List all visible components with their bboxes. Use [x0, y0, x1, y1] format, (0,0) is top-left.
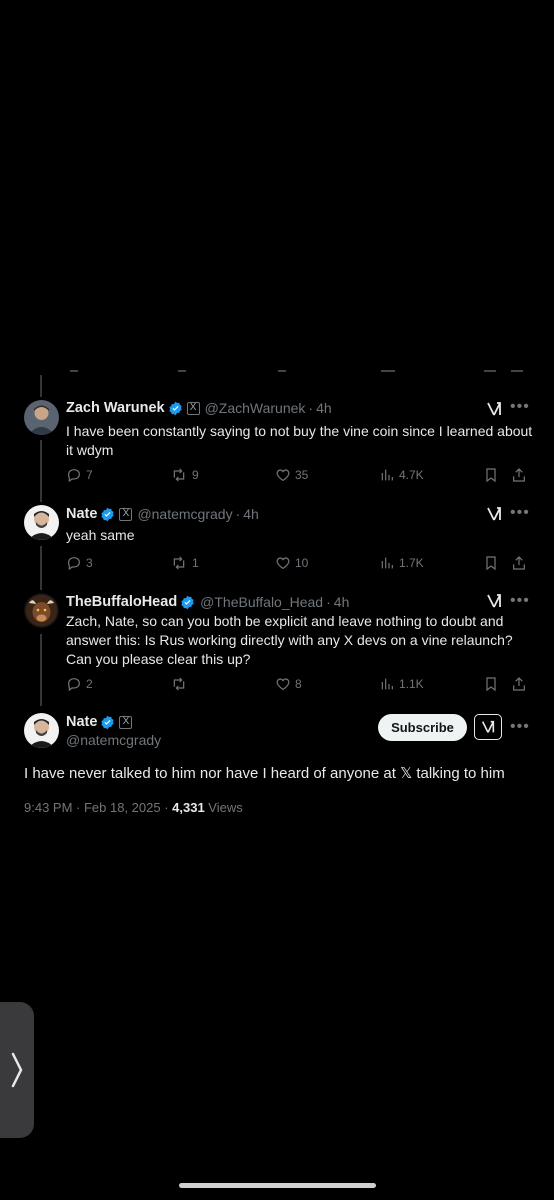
- heart-icon: [276, 678, 290, 691]
- separator-dot: ·: [308, 400, 314, 416]
- verified-badge-icon: [168, 401, 183, 416]
- more-options-icon[interactable]: •••: [510, 505, 530, 521]
- repost-count: 1: [192, 556, 199, 570]
- share-icon[interactable]: [511, 467, 531, 483]
- views-button[interactable]: 1.7K: [379, 555, 424, 571]
- avatar[interactable]: [24, 593, 59, 628]
- views-label: Views: [204, 800, 243, 815]
- verified-badge-icon: [100, 507, 115, 522]
- tweet-header: TheBuffaloHead @TheBuffalo_Head · 4h: [66, 592, 349, 612]
- more-options-icon[interactable]: •••: [510, 719, 530, 735]
- views-icon: [381, 678, 393, 690]
- reply-count: 7: [86, 468, 93, 482]
- reply-count: 2: [86, 677, 93, 691]
- grok-icon[interactable]: [485, 592, 503, 610]
- repost-button[interactable]: 1: [170, 555, 199, 571]
- author-name[interactable]: TheBuffaloHead: [66, 594, 177, 610]
- like-button[interactable]: 35: [275, 467, 308, 483]
- avatar[interactable]: [24, 713, 59, 748]
- reply-count: 3: [86, 556, 93, 570]
- reply-button[interactable]: 7: [66, 467, 93, 483]
- tweet-text: I have been constantly saying to not buy…: [66, 423, 533, 458]
- subscribe-button[interactable]: Subscribe: [378, 714, 467, 741]
- grok-icon[interactable]: [474, 714, 502, 740]
- reply-button[interactable]: 3: [66, 555, 93, 571]
- tweet-text: Zach, Nate, so can you both be explicit …: [66, 613, 513, 667]
- like-count: 8: [295, 677, 302, 691]
- home-indicator[interactable]: [179, 1183, 376, 1188]
- views-count: 1.1K: [399, 677, 424, 691]
- reply-icon: [68, 557, 80, 571]
- thread-line: [40, 440, 42, 502]
- bookmark-icon[interactable]: [483, 676, 503, 692]
- views-button[interactable]: 4.7K: [379, 467, 424, 483]
- tweet-header: Nate X @natemcgrady · 4h: [66, 504, 259, 524]
- avatar[interactable]: [24, 400, 59, 435]
- x-affiliate-badge-icon: X: [186, 401, 200, 415]
- author-name[interactable]: Nate: [66, 506, 97, 522]
- repost-icon: [173, 556, 185, 570]
- cut-off-action-row: [0, 370, 554, 378]
- main-tweet-header: Nate X: [66, 712, 133, 732]
- views-count: 4.7K: [399, 468, 424, 482]
- x-affiliate-badge-icon: X: [119, 715, 133, 729]
- more-options-icon[interactable]: •••: [510, 399, 530, 415]
- heart-icon: [276, 557, 290, 570]
- grok-icon[interactable]: [485, 505, 503, 523]
- views-button[interactable]: 1.1K: [379, 676, 424, 692]
- author-handle[interactable]: @natemcgrady: [137, 506, 232, 522]
- main-tweet-text: I have never talked to him nor have I he…: [24, 765, 505, 782]
- bookmark-icon[interactable]: [483, 555, 503, 571]
- avatar[interactable]: [24, 505, 59, 540]
- grok-icon[interactable]: [485, 400, 503, 418]
- post-time[interactable]: 4h: [243, 506, 259, 522]
- like-button[interactable]: 8: [275, 676, 302, 692]
- separator-dot: ·: [235, 506, 241, 522]
- verified-badge-icon: [180, 595, 195, 610]
- view-count: 4,331: [172, 800, 205, 815]
- side-panel-tab[interactable]: [0, 1002, 34, 1138]
- more-options-icon[interactable]: •••: [510, 593, 530, 609]
- tweet-meta: 9:43 PM · Feb 18, 2025 · 4,331 Views: [24, 800, 243, 815]
- post-time[interactable]: 4h: [316, 400, 332, 416]
- thread-line: [40, 546, 42, 590]
- like-button[interactable]: 10: [275, 555, 308, 571]
- repost-button[interactable]: [170, 676, 192, 692]
- repost-icon: [173, 677, 185, 691]
- reply-button[interactable]: 2: [66, 676, 93, 692]
- views-count: 1.7K: [399, 556, 424, 570]
- repost-count: 9: [192, 468, 199, 482]
- separator-dot: ·: [326, 594, 331, 610]
- thread-line: [40, 375, 42, 397]
- action-row: 7 9 35 4.7K: [66, 467, 531, 485]
- share-icon[interactable]: [511, 676, 531, 692]
- bookmark-icon[interactable]: [483, 467, 503, 483]
- post-timestamp[interactable]: 9:43 PM · Feb 18, 2025 ·: [24, 800, 172, 815]
- reply-icon: [68, 469, 80, 483]
- author-handle[interactable]: @ZachWarunek: [205, 400, 306, 416]
- like-count: 35: [295, 468, 309, 482]
- repost-icon: [173, 468, 185, 482]
- action-row: 2 8 1.1K: [66, 676, 531, 694]
- action-row: 3 1 10 1.7K: [66, 555, 531, 573]
- post-time[interactable]: 4h: [334, 594, 350, 610]
- reply-icon: [68, 678, 80, 692]
- author-name[interactable]: Nate: [66, 714, 97, 730]
- author-name[interactable]: Zach Warunek: [66, 400, 165, 416]
- author-handle[interactable]: @natemcgrady: [66, 732, 161, 748]
- heart-icon: [276, 469, 290, 482]
- x-affiliate-badge-icon: X: [119, 507, 133, 521]
- views-icon: [381, 557, 393, 569]
- tweet-header: Zach Warunek X @ZachWarunek · 4h: [66, 398, 332, 418]
- verified-badge-icon: [100, 715, 115, 730]
- repost-button[interactable]: 9: [170, 467, 199, 483]
- share-icon[interactable]: [511, 555, 531, 571]
- tweet-text: yeah same: [66, 527, 135, 543]
- like-count: 10: [295, 556, 309, 570]
- chevron-right-icon: [11, 1052, 23, 1088]
- views-icon: [381, 469, 393, 481]
- author-handle[interactable]: @TheBuffalo_Head: [200, 594, 323, 610]
- thread-line: [40, 634, 42, 706]
